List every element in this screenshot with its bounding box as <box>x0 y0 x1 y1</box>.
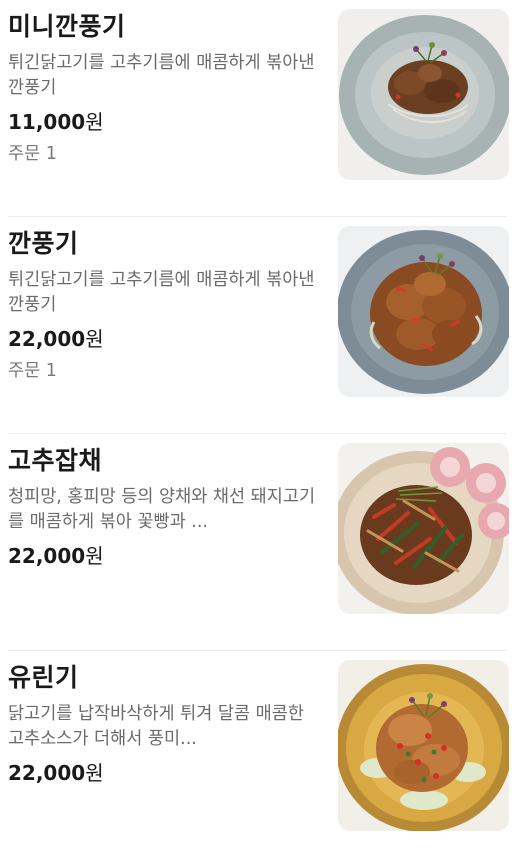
menu-item-price: 22,000원 <box>8 759 318 787</box>
food-photo-icon <box>338 443 509 614</box>
price-currency: 원 <box>85 327 104 351</box>
menu-item-price: 22,000원 <box>8 542 318 570</box>
menu-item-photo[interactable] <box>338 660 509 831</box>
menu-item-info: 유린기 닭고기를 납작바삭하게 튀겨 달콤 매콤한 고추소스가 더해서 풍미..… <box>8 661 318 787</box>
menu-item-photo[interactable] <box>338 443 509 614</box>
menu-item-description: 닭고기를 납작바삭하게 튀겨 달콤 매콤한 고추소스가 더해서 풍미... <box>8 704 304 749</box>
price-currency: 원 <box>85 761 104 785</box>
menu-item-price: 11,000원 <box>8 108 318 136</box>
menu-item-info: 고추잡채 청피망, 홍피망 등의 양채와 채선 돼지고기를 매콤하게 볶아 꽃빵… <box>8 444 318 570</box>
price-value: 22,000 <box>8 544 86 568</box>
food-photo-icon <box>338 9 509 180</box>
menu-item-price: 22,000원 <box>8 325 318 353</box>
menu-item[interactable]: 깐풍기 튀긴닭고기를 고추기름에 매콤하게 볶아낸 깐풍기 22,000원 주문… <box>0 217 515 434</box>
price-currency: 원 <box>85 544 104 568</box>
price-value: 22,000 <box>8 761 86 785</box>
menu-item-info: 깐풍기 튀긴닭고기를 고추기름에 매콤하게 볶아낸 깐풍기 22,000원 주문… <box>8 227 318 384</box>
menu-item-name: 깐풍기 <box>8 229 79 258</box>
price-value: 22,000 <box>8 327 86 351</box>
menu-item-description: 튀긴닭고기를 고추기름에 매콤하게 볶아낸 깐풍기 <box>8 270 315 315</box>
menu-item-description: 튀긴닭고기를 고추기름에 매콤하게 볶아낸 깐풍기 <box>8 53 315 98</box>
price-value: 11,000 <box>8 110 86 134</box>
menu-item-info: 미니깐풍기 튀긴닭고기를 고추기름에 매콤하게 볶아낸 깐풍기 11,000원 … <box>8 10 318 167</box>
menu-item[interactable]: 고추잡채 청피망, 홍피망 등의 양채와 채선 돼지고기를 매콤하게 볶아 꽃빵… <box>0 434 515 651</box>
menu-item[interactable]: 유린기 닭고기를 납작바삭하게 튀겨 달콤 매콤한 고추소스가 더해서 풍미..… <box>0 651 515 868</box>
menu-item-order-count: 주문 1 <box>8 144 57 164</box>
menu-item[interactable]: 미니깐풍기 튀긴닭고기를 고추기름에 매콤하게 볶아낸 깐풍기 11,000원 … <box>0 0 515 217</box>
menu-list: 미니깐풍기 튀긴닭고기를 고추기름에 매콤하게 볶아낸 깐풍기 11,000원 … <box>0 0 515 868</box>
menu-item-description: 청피망, 홍피망 등의 양채와 채선 돼지고기를 매콤하게 볶아 꽃빵과 ... <box>8 487 316 532</box>
food-photo-icon <box>338 660 509 831</box>
menu-item-order-count: 주문 1 <box>8 361 57 381</box>
price-currency: 원 <box>85 110 104 134</box>
menu-item-name: 미니깐풍기 <box>8 12 126 41</box>
menu-item-name: 유린기 <box>8 663 79 692</box>
food-photo-icon <box>338 226 509 397</box>
menu-item-photo[interactable] <box>338 9 509 180</box>
menu-item-photo[interactable] <box>338 226 509 397</box>
menu-item-name: 고추잡채 <box>8 446 103 475</box>
